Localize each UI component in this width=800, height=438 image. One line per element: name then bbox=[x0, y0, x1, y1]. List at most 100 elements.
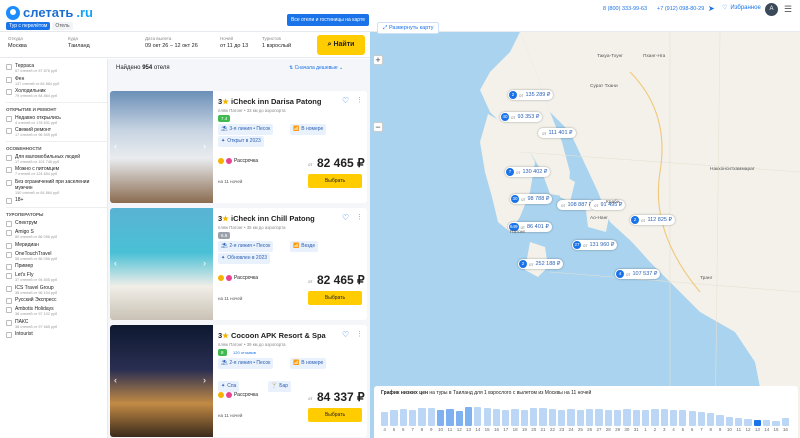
filter-operator-2[interactable]: Меридиан bbox=[6, 242, 107, 249]
price-graph-day[interactable]: 19 bbox=[520, 427, 528, 432]
filter-feature-3[interactable]: 18+ bbox=[6, 197, 107, 204]
price-graph-day[interactable]: 26 bbox=[586, 427, 594, 432]
hotel-card[interactable]: ‹ › 3★ iCheck inn Chill Patong ♡ ⋮ пляж … bbox=[110, 208, 367, 320]
hotel-photo[interactable] bbox=[110, 325, 213, 437]
phone-1[interactable]: 8 (800) 333-99-63 bbox=[603, 6, 647, 12]
more-icon[interactable]: ⋮ bbox=[356, 213, 363, 221]
price-graph-day[interactable]: 20 bbox=[530, 427, 538, 432]
heart-icon[interactable]: ♡ bbox=[342, 96, 349, 105]
price-graph-bar[interactable] bbox=[576, 409, 584, 426]
hotel-title[interactable]: 3★ iCheck inn Chill Patong bbox=[218, 214, 315, 223]
hotel-title[interactable]: 3★ iCheck inn Darisa Patong bbox=[218, 97, 321, 106]
price-graph-bar[interactable] bbox=[492, 408, 501, 426]
price-graph-day[interactable]: 4 bbox=[670, 427, 678, 432]
checkbox[interactable] bbox=[6, 285, 12, 292]
filter-open-0[interactable]: Недавно открылись 4 отелей от 178 631 руб bbox=[6, 115, 107, 126]
price-graph-day[interactable]: 6 bbox=[688, 427, 696, 432]
filter-feature-0[interactable]: Для маломобильных людей 17 отелей от 101 … bbox=[6, 154, 107, 165]
checkbox[interactable] bbox=[6, 128, 12, 134]
avatar[interactable]: А bbox=[765, 3, 778, 16]
price-graph-bar[interactable] bbox=[520, 409, 529, 426]
price-graph-bar[interactable] bbox=[604, 409, 612, 426]
price-graph-day[interactable]: 16 bbox=[781, 427, 789, 432]
price-graph-day[interactable]: 4 bbox=[381, 427, 389, 432]
checkbox[interactable] bbox=[6, 251, 12, 258]
checkbox[interactable] bbox=[6, 242, 12, 249]
expand-map-button[interactable]: ⤢ Развернуть карту bbox=[377, 22, 440, 34]
price-graph-day[interactable]: 9 bbox=[716, 427, 724, 432]
price-graph-bar[interactable] bbox=[399, 409, 407, 426]
price-graph-bar[interactable] bbox=[408, 409, 417, 426]
chevron-right-icon[interactable]: › bbox=[203, 141, 206, 151]
price-graph-day[interactable]: 31 bbox=[632, 427, 640, 432]
map-price-pin[interactable]: 40 от 93 353 ₽ bbox=[500, 112, 543, 122]
price-graph-bar[interactable] bbox=[632, 410, 640, 426]
map-price-pin[interactable]: 27 от 131 960 ₽ bbox=[572, 240, 618, 250]
price-graph-bar[interactable] bbox=[707, 413, 715, 426]
filter-operator-5[interactable]: Let's Fly 37 отелей от 94 805 руб bbox=[6, 272, 107, 283]
filter-top-1[interactable]: Фен 137 отелей от 84 864 руб bbox=[6, 76, 107, 87]
map-price-pin[interactable]: 2 от 252 188 ₽ bbox=[518, 259, 564, 269]
checkbox[interactable] bbox=[6, 76, 12, 83]
price-graph-day[interactable]: 24 bbox=[567, 427, 575, 432]
nights-field[interactable]: Ночей от 11 до 13 bbox=[220, 36, 248, 49]
price-graph-day[interactable]: 10 bbox=[437, 427, 445, 432]
price-graph-bar[interactable] bbox=[651, 409, 659, 426]
filter-operator-4[interactable]: Пример bbox=[6, 263, 107, 270]
price-graph-day[interactable]: 14 bbox=[474, 427, 482, 432]
favorites-link[interactable]: ♡ Избранное bbox=[722, 4, 761, 12]
checkbox[interactable] bbox=[6, 179, 12, 186]
checkbox[interactable] bbox=[6, 198, 12, 204]
filter-operator-0[interactable]: Спектрум bbox=[6, 220, 107, 227]
reviews-link[interactable]: 120 отзывов bbox=[233, 350, 256, 355]
more-icon[interactable]: ⋮ bbox=[356, 96, 363, 104]
price-graph-day[interactable]: 15 bbox=[483, 427, 491, 432]
price-graph-bar[interactable] bbox=[455, 410, 463, 426]
price-graph-day[interactable]: 10 bbox=[725, 427, 733, 432]
price-graph-bar[interactable] bbox=[669, 409, 678, 426]
price-graph-bar[interactable] bbox=[623, 409, 631, 426]
checkbox[interactable] bbox=[6, 332, 12, 338]
checkbox[interactable] bbox=[6, 307, 12, 313]
price-graph-day[interactable]: 7 bbox=[697, 427, 705, 432]
price-graph-bar[interactable] bbox=[446, 408, 454, 426]
price-graph-bar[interactable] bbox=[735, 418, 743, 426]
price-graph-bar[interactable] bbox=[558, 410, 566, 426]
chevron-left-icon[interactable]: ‹ bbox=[114, 141, 117, 151]
tourists-field[interactable]: Туристов 1 взрослый bbox=[262, 36, 291, 49]
chevron-right-icon[interactable]: › bbox=[203, 375, 206, 385]
chevron-right-icon[interactable]: › bbox=[203, 258, 206, 268]
price-graph-day[interactable]: 29 bbox=[614, 427, 622, 432]
map-price-pin[interactable]: 4 от 107 537 ₽ bbox=[615, 269, 661, 279]
dates-field[interactable]: Дата вылета 09 окт 26 – 12 окт 26 bbox=[145, 36, 198, 49]
from-field[interactable]: Откуда Москва bbox=[8, 36, 27, 49]
price-graph-day[interactable]: 15 bbox=[772, 427, 780, 432]
price-graph-bar[interactable] bbox=[474, 407, 482, 426]
price-graph-bar[interactable] bbox=[427, 408, 435, 426]
filter-feature-2[interactable]: Без ограничений при заселении мужчин 150 … bbox=[6, 179, 107, 196]
filter-operator-10[interactable]: Intourist bbox=[6, 331, 107, 338]
price-graph-bar[interactable] bbox=[744, 418, 752, 426]
more-icon[interactable]: ⋮ bbox=[356, 330, 363, 338]
price-graph-bar[interactable] bbox=[390, 410, 398, 426]
hotel-card[interactable]: ‹ › 3★ iCheck inn Darisa Patong ♡ ⋮ пляж… bbox=[110, 91, 367, 203]
checkbox[interactable] bbox=[6, 167, 12, 173]
tab-hotel[interactable]: Отель bbox=[52, 22, 73, 30]
price-graph-day[interactable]: 13 bbox=[753, 427, 761, 432]
checkbox[interactable] bbox=[6, 64, 12, 70]
price-graph-bar[interactable] bbox=[436, 410, 445, 426]
price-graph-day[interactable]: 8 bbox=[418, 427, 426, 432]
price-graph-day[interactable]: 27 bbox=[595, 427, 603, 432]
phone-2[interactable]: +7 (912) 098-80-29 bbox=[657, 6, 704, 12]
price-graph-bar[interactable] bbox=[418, 407, 426, 426]
price-graph-bar[interactable] bbox=[781, 418, 789, 426]
heart-icon[interactable]: ♡ bbox=[342, 330, 349, 339]
hotel-photo[interactable] bbox=[110, 208, 213, 320]
filter-operator-6[interactable]: ICS Travel Group 38 отелей от 96 104 руб bbox=[6, 285, 107, 296]
choose-button[interactable]: Выбрать bbox=[308, 408, 362, 422]
zoom-out-button[interactable]: − bbox=[373, 122, 383, 132]
price-graph-day[interactable]: 23 bbox=[558, 427, 566, 432]
price-graph-bar[interactable] bbox=[381, 411, 389, 426]
price-graph-bar[interactable] bbox=[502, 409, 510, 426]
sort-dropdown[interactable]: ⇅ Сначала дешевые ⌄ bbox=[289, 65, 343, 71]
